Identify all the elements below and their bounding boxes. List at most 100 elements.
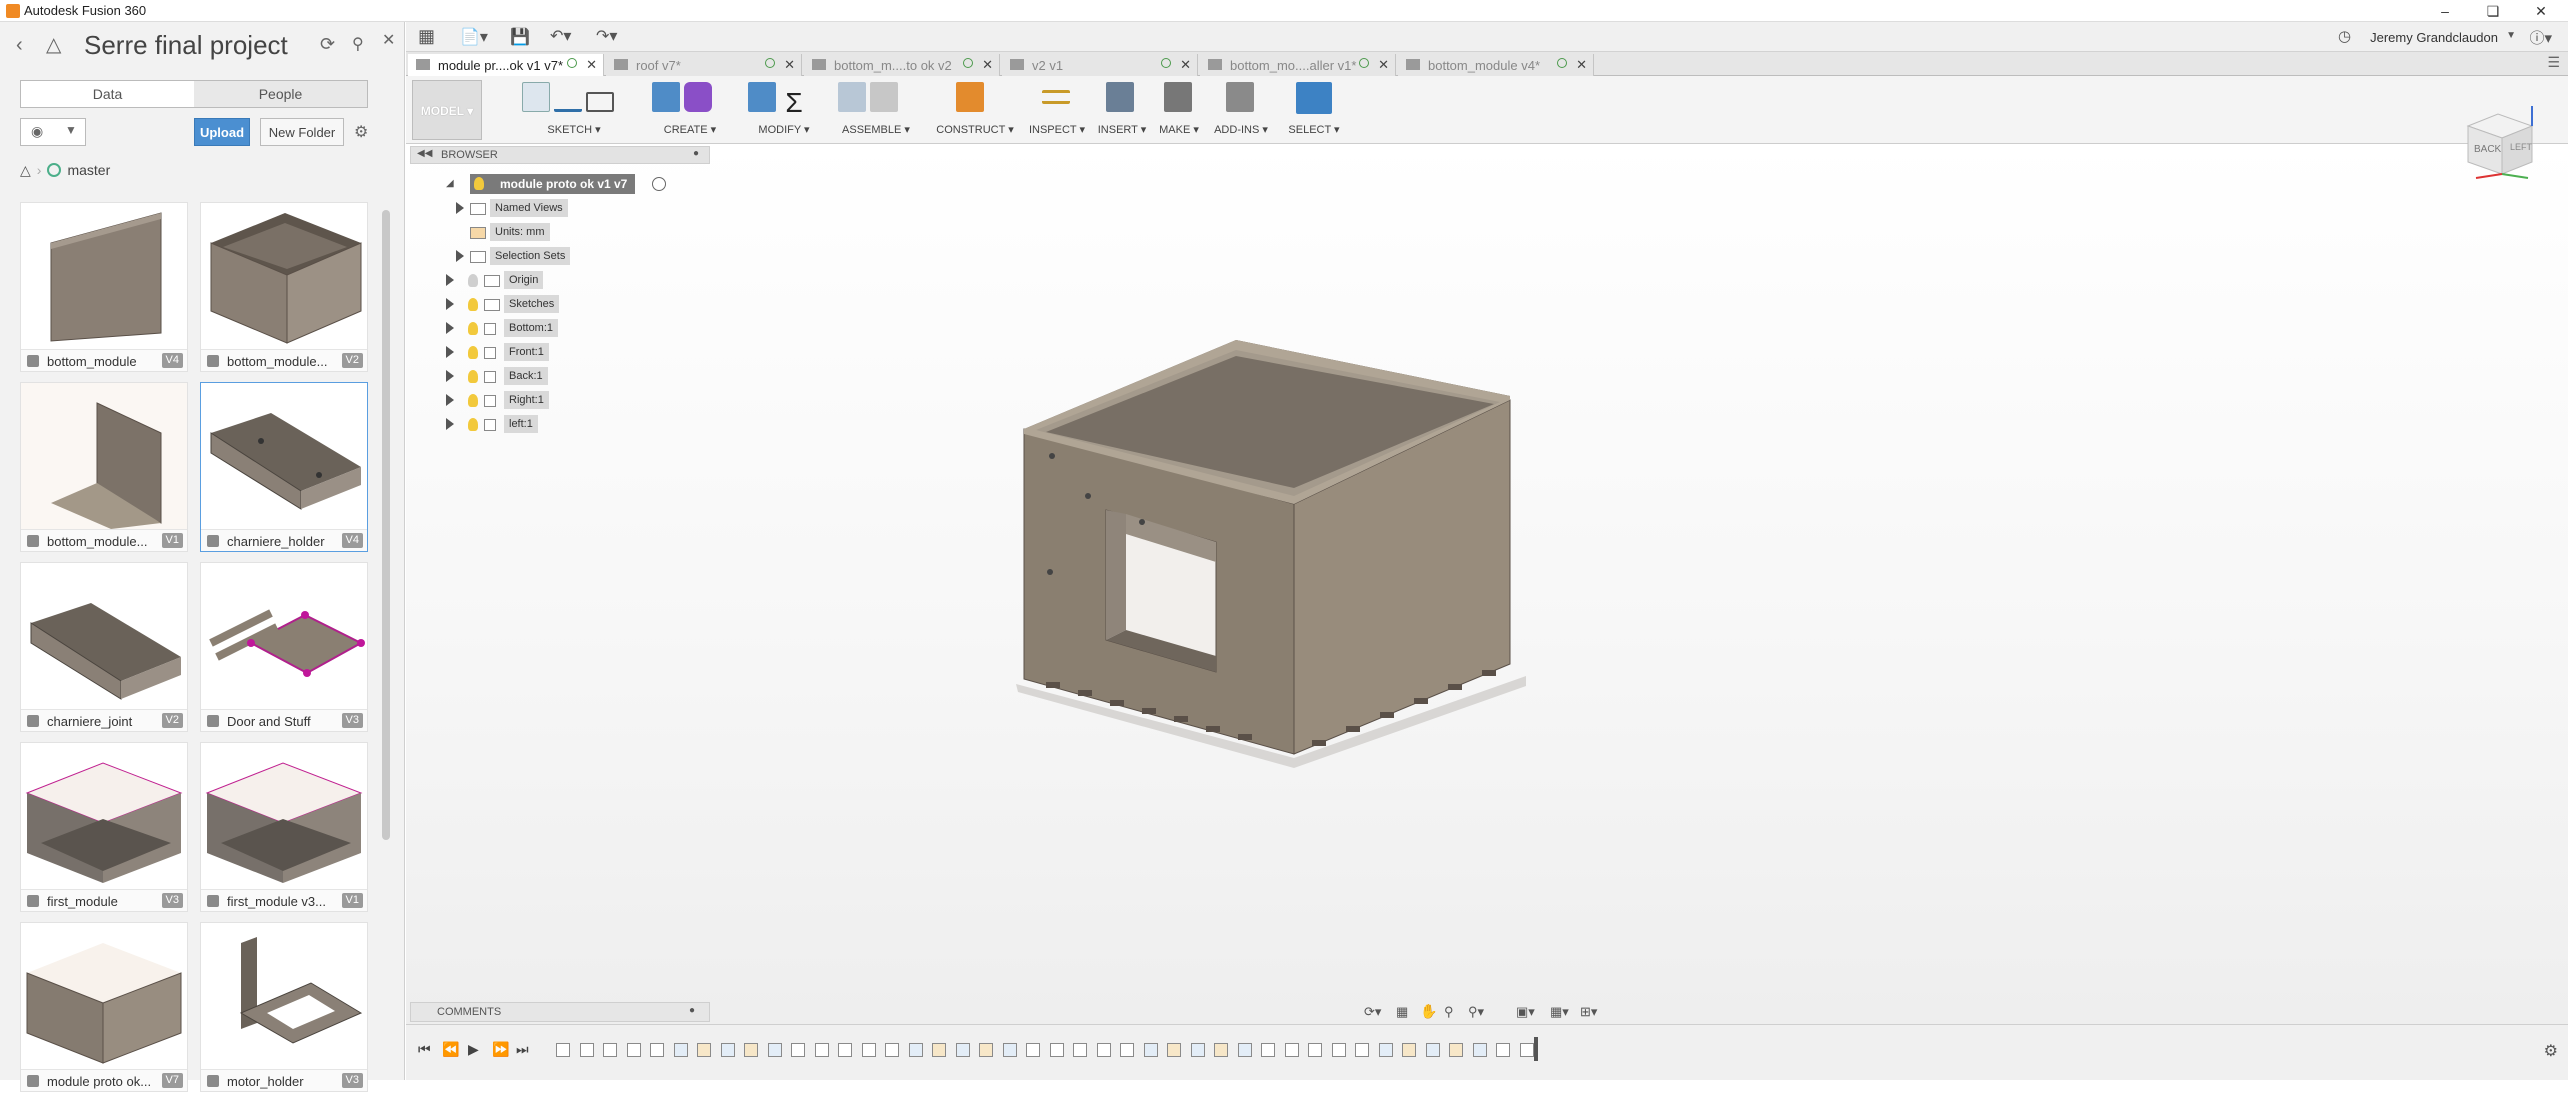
design-card[interactable]: charniere_joint V2 xyxy=(20,562,188,732)
timeline-step-icon[interactable] xyxy=(1472,1043,1487,1057)
close-panel-icon[interactable]: ✕ xyxy=(382,30,395,50)
doc-tab[interactable]: bottom_m....to ok v2 ✕ xyxy=(804,54,1000,76)
timeline-step-icon[interactable] xyxy=(1378,1043,1393,1057)
tab-people[interactable]: People xyxy=(194,81,367,107)
expand-arrow-icon[interactable] xyxy=(456,250,464,262)
joint-icon[interactable] xyxy=(870,82,898,112)
close-window-button[interactable]: ✕ xyxy=(2518,0,2564,22)
timeline-step-icon[interactable] xyxy=(1049,1043,1064,1057)
comments-bar[interactable]: COMMENTS ● xyxy=(410,1002,710,1022)
create-group[interactable]: CREATE ▾ xyxy=(652,80,728,140)
timeline-step-icon[interactable] xyxy=(1214,1043,1228,1057)
sketch-group[interactable]: SKETCH ▾ xyxy=(522,80,626,140)
expand-arrow-icon[interactable] xyxy=(446,346,454,358)
job-status-icon[interactable]: ◷ xyxy=(2338,27,2351,45)
branch-label[interactable]: master xyxy=(67,162,110,178)
model-canvas[interactable] xyxy=(406,144,2568,1024)
expand-arrow-icon[interactable] xyxy=(446,274,454,286)
hub-icon[interactable]: △ xyxy=(46,32,61,57)
version-badge[interactable]: V3 xyxy=(161,893,183,908)
design-card[interactable]: bottom_module V4 xyxy=(20,202,188,372)
design-card[interactable]: bottom_module... V1 xyxy=(20,382,188,552)
workspace-switcher[interactable]: MODEL ▾ xyxy=(412,80,482,140)
timeline-step-icon[interactable] xyxy=(908,1043,923,1057)
version-badge[interactable]: V7 xyxy=(161,1073,183,1088)
orbit-icon[interactable]: ⟳▾ xyxy=(1364,1004,1381,1020)
visibility-bulb-icon[interactable] xyxy=(468,418,478,431)
timeline-next-icon[interactable]: ⏩ xyxy=(492,1041,509,1058)
close-tab-icon[interactable]: ✕ xyxy=(1378,57,1389,73)
timeline-step-icon[interactable] xyxy=(1284,1043,1299,1057)
timeline-step-icon[interactable] xyxy=(1002,1043,1017,1057)
timeline-step-icon[interactable] xyxy=(1402,1043,1416,1057)
assemble-group[interactable]: ASSEMBLE ▾ xyxy=(838,80,914,140)
timeline-step-icon[interactable] xyxy=(979,1043,993,1057)
display-settings-icon[interactable]: ▣▾ xyxy=(1516,1004,1535,1020)
3d-print-icon[interactable] xyxy=(1164,82,1192,112)
timeline-step-icon[interactable] xyxy=(1519,1043,1534,1057)
insert-image-icon[interactable] xyxy=(1106,82,1134,112)
timeline-step-icon[interactable] xyxy=(556,1043,570,1057)
create-sketch-icon[interactable] xyxy=(522,82,550,112)
timeline-step-icon[interactable] xyxy=(791,1043,805,1057)
data-panel-scrollbar[interactable] xyxy=(382,210,390,840)
timeline-step-icon[interactable] xyxy=(697,1043,711,1057)
refresh-icon[interactable]: ⟳ xyxy=(320,34,335,55)
design-card[interactable]: bottom_module... V2 xyxy=(200,202,368,372)
timeline-marker[interactable] xyxy=(1534,1037,1538,1061)
timeline-step-icon[interactable] xyxy=(1425,1043,1440,1057)
timeline-step-icon[interactable] xyxy=(744,1043,758,1057)
construct-group[interactable]: CONSTRUCT ▾ xyxy=(934,80,1016,140)
restore-button[interactable]: ❏ xyxy=(2470,0,2516,22)
timeline-step-icon[interactable] xyxy=(673,1043,688,1057)
version-badge[interactable]: V1 xyxy=(161,533,183,548)
timeline-step-icon[interactable] xyxy=(626,1043,641,1057)
fit-zoom-icon[interactable]: ⚲▾ xyxy=(1468,1004,1484,1020)
close-tab-icon[interactable]: ✕ xyxy=(784,57,795,73)
timeline-step-icon[interactable] xyxy=(1237,1043,1252,1057)
doc-tab[interactable]: module pr....ok v1 v7* ✕ xyxy=(408,54,604,76)
timeline-step-icon[interactable] xyxy=(955,1043,970,1057)
doc-tab[interactable]: bottom_mo....aller v1* ✕ xyxy=(1200,54,1396,76)
version-badge[interactable]: V4 xyxy=(341,533,363,548)
browser-pin-icon[interactable]: ● xyxy=(693,148,699,159)
timeline-step-icon[interactable] xyxy=(885,1043,899,1057)
tab-overflow-icon[interactable]: ☰ xyxy=(2547,54,2560,71)
timeline-end-icon[interactable]: ⏭ xyxy=(516,1041,529,1058)
visibility-bulb-icon[interactable] xyxy=(468,298,478,311)
activate-radio-icon[interactable] xyxy=(652,177,666,191)
timeline-step-icon[interactable] xyxy=(1261,1043,1275,1057)
timeline-prev-icon[interactable]: ⏪ xyxy=(442,1041,459,1058)
timeline-play-icon[interactable]: ▶ xyxy=(468,1041,479,1058)
timeline-step-icon[interactable] xyxy=(1167,1043,1181,1057)
timeline-step-icon[interactable] xyxy=(603,1043,617,1057)
version-badge[interactable]: V2 xyxy=(341,353,363,368)
timeline-step-icon[interactable] xyxy=(1496,1043,1510,1057)
visibility-bulb-icon[interactable] xyxy=(468,274,478,287)
collapse-browser-icon[interactable]: ◀◀ xyxy=(417,148,432,159)
help-icon[interactable]: ⓘ▾ xyxy=(2529,27,2552,48)
sigma-icon[interactable]: Σ xyxy=(780,88,808,118)
press-pull-icon[interactable] xyxy=(748,82,776,112)
expand-arrow-icon[interactable] xyxy=(446,370,454,382)
scripts-icon[interactable] xyxy=(1226,82,1254,112)
tab-data[interactable]: Data xyxy=(21,81,194,107)
design-card[interactable]: motor_holder V3 xyxy=(200,922,368,1092)
new-component-icon[interactable] xyxy=(838,82,866,112)
timeline-step-icon[interactable] xyxy=(1073,1043,1087,1057)
doc-tab[interactable]: v2 v1 ✕ xyxy=(1002,54,1198,76)
select-cursor-icon[interactable] xyxy=(1296,82,1332,114)
insert-group[interactable]: INSERT ▾ xyxy=(1096,80,1148,140)
timeline-step-icon[interactable] xyxy=(1143,1043,1158,1057)
design-card[interactable]: Door and Stuff V3 xyxy=(200,562,368,732)
version-badge[interactable]: V4 xyxy=(161,353,183,368)
view-filter-dropdown[interactable]: ◉ ▼ xyxy=(20,118,86,146)
timeline-step-icon[interactable] xyxy=(650,1043,664,1057)
timeline-step-icon[interactable] xyxy=(861,1043,876,1057)
timeline-step-icon[interactable] xyxy=(579,1043,594,1057)
save-icon[interactable]: 💾 xyxy=(510,27,530,47)
timeline-step-icon[interactable] xyxy=(1449,1043,1463,1057)
visibility-bulb-icon[interactable] xyxy=(468,322,478,335)
visibility-bulb-icon[interactable] xyxy=(468,346,478,359)
look-at-icon[interactable]: ▦ xyxy=(1396,1004,1408,1020)
